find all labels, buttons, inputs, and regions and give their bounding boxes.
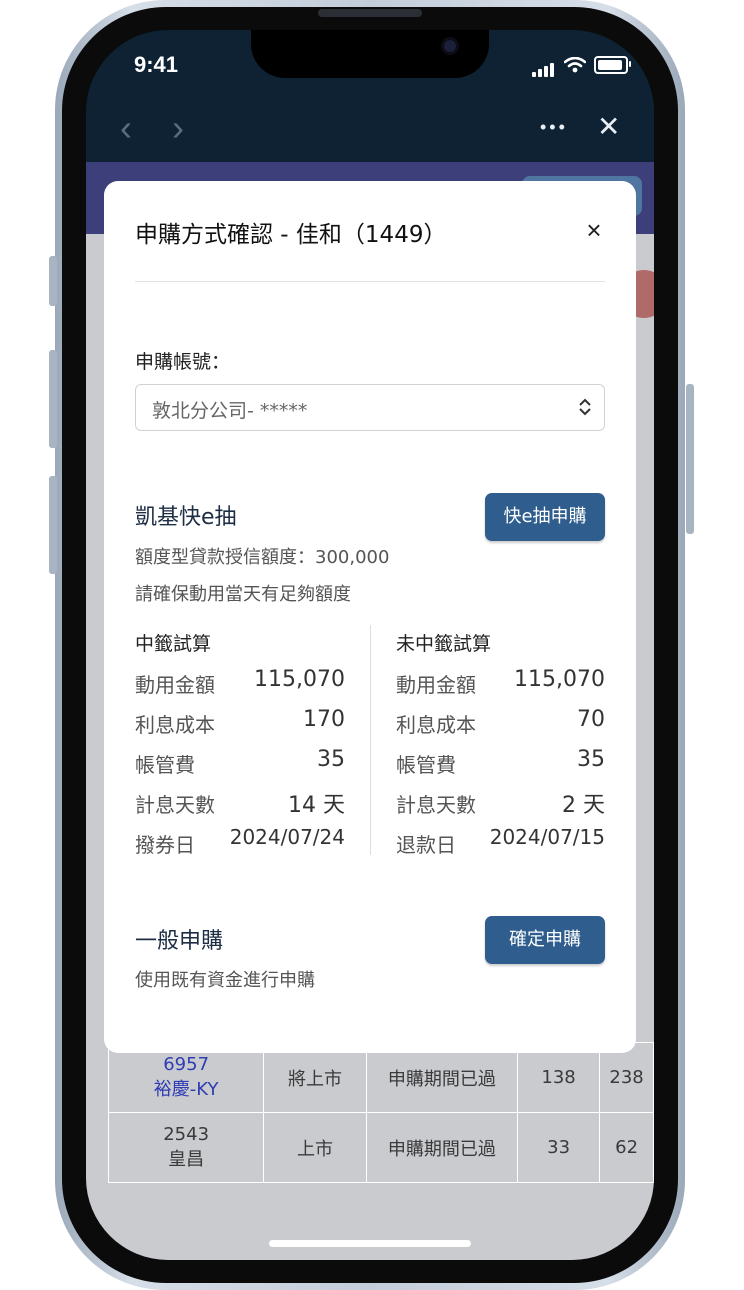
- lost-row-label: 帳管費: [396, 753, 456, 777]
- lost-row-value: 70: [577, 707, 605, 732]
- column-divider: [370, 625, 371, 855]
- table-row[interactable]: 6957 裕慶-KY 將上市 申購期間已過 138 238: [107, 1042, 654, 1113]
- market-cell: 上市: [263, 1112, 367, 1183]
- quick-section-title: 凱基快e抽: [135, 505, 237, 530]
- signal-icon: [532, 58, 556, 77]
- confirm-subscribe-button[interactable]: 確定申購: [485, 916, 605, 964]
- status-cell: 申購期間已過: [365, 1042, 518, 1113]
- chevron-updown-icon: [579, 398, 591, 416]
- modal-title: 申購方式確認 - 佳和（1449）: [135, 222, 447, 248]
- volume-up-button: [49, 350, 57, 448]
- phone-screen: 証 6957 裕慶-KY 將上市 申購期間已過 138 238 2543 皇昌 …: [86, 30, 654, 1260]
- number-cell: 138: [516, 1042, 601, 1113]
- battery-icon: [594, 56, 631, 74]
- won-row-label: 帳管費: [135, 753, 195, 777]
- power-button: [686, 384, 694, 534]
- general-section-title: 一般申購: [135, 929, 224, 954]
- volume-down-button: [49, 476, 57, 574]
- table-row[interactable]: 2543 皇昌 上市 申購期間已過 33 62: [107, 1112, 654, 1183]
- wifi-icon: [564, 57, 586, 73]
- won-row-value: 14 天: [288, 793, 345, 818]
- account-select-value: 敦北分公司- *****: [152, 400, 308, 422]
- stock-name[interactable]: 裕慶-KY: [115, 1075, 257, 1101]
- front-camera-icon: [444, 40, 456, 52]
- lost-calc-title: 未中籤試算: [396, 633, 492, 655]
- market-cell: 將上市: [263, 1042, 367, 1113]
- quick-subscribe-button[interactable]: 快e抽申購: [485, 493, 605, 541]
- credit-notice-text: 請確保動用當天有足夠額度: [135, 584, 351, 605]
- number-cell: 33: [516, 1112, 601, 1183]
- more-icon[interactable]: •••: [540, 118, 568, 136]
- mute-switch: [49, 256, 57, 306]
- status-icons: [532, 56, 631, 77]
- won-row-value: 2024/07/24: [229, 825, 345, 849]
- back-icon[interactable]: ‹: [120, 110, 132, 146]
- subscription-confirm-modal: 申購方式確認 - 佳和（1449） × 申購帳號： 敦北分公司- ***** 凱…: [104, 181, 636, 1053]
- notch: [251, 30, 489, 78]
- number-cell: 62: [599, 1112, 654, 1183]
- lost-row-value: 35: [577, 747, 605, 772]
- status-cell: 申購期間已過: [365, 1112, 518, 1183]
- browser-nav-bar: ‹ › ••• ✕: [86, 78, 654, 162]
- won-row-value: 35: [317, 747, 345, 772]
- credit-limit-text: 額度型貸款授信額度：300,000: [135, 547, 390, 568]
- stock-code[interactable]: 6957: [115, 1054, 257, 1075]
- number-cell: 238: [599, 1042, 654, 1113]
- home-indicator[interactable]: [269, 1240, 471, 1247]
- lost-row-value: 2024/07/15: [489, 825, 605, 849]
- stock-name[interactable]: 皇昌: [115, 1145, 257, 1171]
- lost-row-value: 115,070: [514, 667, 605, 692]
- lost-row-value: 2 天: [562, 793, 605, 818]
- speaker-grille: [318, 9, 422, 17]
- general-desc-text: 使用既有資金進行申購: [135, 970, 315, 991]
- account-select[interactable]: 敦北分公司- *****: [135, 384, 605, 431]
- won-row-value: 115,070: [254, 667, 345, 692]
- won-row-label: 撥券日: [135, 833, 195, 857]
- background-ipo-table: 6957 裕慶-KY 將上市 申購期間已過 138 238 2543 皇昌 上市…: [107, 1042, 654, 1183]
- lost-row-label: 退款日: [396, 833, 456, 857]
- account-label: 申購帳號：: [135, 351, 231, 373]
- won-row-value: 170: [303, 707, 345, 732]
- close-icon[interactable]: ✕: [597, 113, 620, 141]
- divider: [135, 281, 605, 282]
- close-icon[interactable]: ×: [580, 215, 608, 246]
- won-calc-title: 中籤試算: [135, 633, 212, 655]
- forward-icon[interactable]: ›: [172, 110, 184, 146]
- stock-code[interactable]: 2543: [115, 1124, 257, 1145]
- status-time: 9:41: [134, 52, 179, 77]
